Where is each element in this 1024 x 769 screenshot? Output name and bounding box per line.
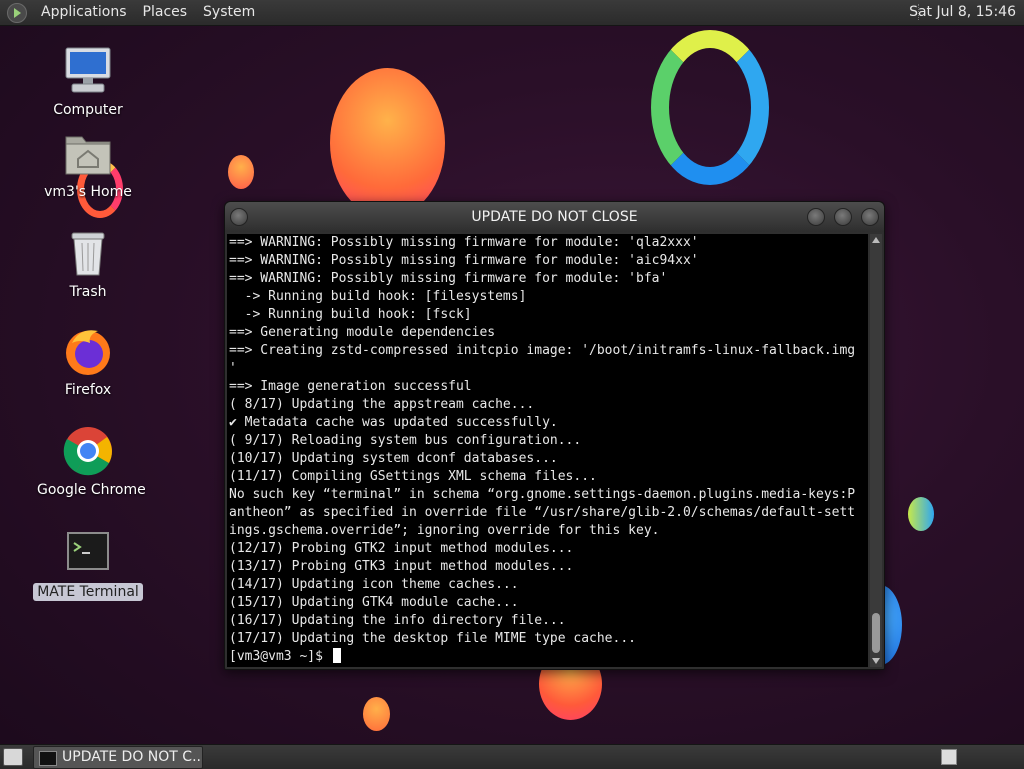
- terminal-line: (14/17) Updating icon theme caches...: [229, 577, 519, 592]
- desktop-icon-computer[interactable]: Computer: [33, 45, 143, 119]
- terminal-icon: [62, 527, 114, 579]
- wallpaper-green-bubble: [908, 497, 934, 531]
- taskbar-button-terminal[interactable]: UPDATE DO NOT C...: [33, 746, 203, 769]
- menu-system[interactable]: System: [195, 0, 263, 25]
- terminal-line: ==> WARNING: Possibly missing firmware f…: [229, 253, 699, 268]
- minimize-button[interactable]: [807, 208, 825, 226]
- terminal-line: ( 9/17) Reloading system bus configurati…: [229, 433, 582, 448]
- desktop-icon-home[interactable]: vm3's Home: [33, 127, 143, 201]
- mate-menu-icon[interactable]: [7, 2, 27, 23]
- terminal-line: (17/17) Updating the desktop file MIME t…: [229, 631, 636, 646]
- desktop-icon-chrome[interactable]: Google Chrome: [33, 425, 146, 499]
- terminal-line: ==> WARNING: Possibly missing firmware f…: [229, 235, 699, 250]
- top-panel: Applications Places System Sat Jul 8, 15…: [0, 0, 1024, 26]
- window-title: UPDATE DO NOT CLOSE: [471, 209, 638, 225]
- desktop-icon-label: MATE Terminal: [33, 583, 143, 601]
- workspace-switcher[interactable]: [941, 749, 957, 765]
- firefox-icon: [62, 325, 114, 377]
- wallpaper-orange-bubble-small: [228, 155, 254, 189]
- terminal-line: ==> Creating zstd-compressed initcpio im…: [229, 343, 856, 358]
- terminal-icon: [39, 751, 57, 766]
- desktop-icon-label: Google Chrome: [37, 482, 146, 498]
- desktop-icon-terminal[interactable]: MATE Terminal: [33, 527, 143, 601]
- terminal-prompt-line[interactable]: [vm3@vm3 ~]$: [227, 648, 868, 666]
- wallpaper-gradient-ring: [651, 30, 769, 185]
- desktop-icon-label: Computer: [53, 102, 123, 118]
- terminal-line: ': [229, 361, 237, 376]
- terminal-line: (11/17) Compiling GSettings XML schema f…: [229, 469, 597, 484]
- trash-icon: [62, 227, 114, 279]
- terminal-line: -> Running build hook: [fsck]: [229, 307, 472, 322]
- terminal-line: (10/17) Updating system dconf databases.…: [229, 451, 558, 466]
- terminal-line: ✔ Metadata cache was updated successfull…: [229, 415, 558, 430]
- terminal-line: No such key “terminal” in schema “org.gn…: [229, 487, 856, 502]
- desktop-icon-label: vm3's Home: [44, 184, 132, 200]
- taskbar-button-label: UPDATE DO NOT C...: [62, 749, 203, 765]
- terminal-line: ==> Image generation successful: [229, 379, 472, 394]
- terminal-line: ==> WARNING: Possibly missing firmware f…: [229, 271, 668, 286]
- close-button[interactable]: [861, 208, 879, 226]
- maximize-button[interactable]: [834, 208, 852, 226]
- terminal-line: (13/17) Probing GTK3 input method module…: [229, 559, 574, 574]
- terminal-line: ==> Generating module dependencies: [229, 325, 496, 340]
- text-cursor: [332, 648, 341, 663]
- desktop-icon-trash[interactable]: Trash: [33, 227, 143, 301]
- terminal-line: ings.gschema.override”; ignoring overrid…: [229, 523, 660, 538]
- vertical-scrollbar[interactable]: [870, 234, 882, 667]
- scrollbar-thumb[interactable]: [872, 613, 880, 653]
- bottom-panel: UPDATE DO NOT C...: [0, 744, 1024, 769]
- wallpaper-orange-bubble-large: [330, 68, 445, 218]
- chrome-icon: [62, 425, 114, 477]
- terminal-window[interactable]: UPDATE DO NOT CLOSE ==> WARNING: Possibl…: [224, 201, 885, 670]
- terminal-line: (12/17) Probing GTK2 input method module…: [229, 541, 574, 556]
- show-desktop-button[interactable]: [3, 748, 23, 766]
- window-titlebar[interactable]: UPDATE DO NOT CLOSE: [225, 202, 884, 232]
- terminal-line: antheon” as specified in override file “…: [229, 505, 856, 520]
- terminal-prompt: [vm3@vm3 ~]$: [229, 649, 331, 664]
- terminal-line: (16/17) Updating the info directory file…: [229, 613, 566, 628]
- menu-places[interactable]: Places: [135, 0, 196, 25]
- scroll-up-arrow-icon[interactable]: [872, 237, 880, 243]
- terminal-line: ( 8/17) Updating the appstream cache...: [229, 397, 535, 412]
- clock[interactable]: Sat Jul 8, 15:46: [905, 0, 1020, 25]
- desktop-icon-firefox[interactable]: Firefox: [33, 325, 143, 399]
- desktop-icon-label: Trash: [69, 284, 107, 300]
- menu-applications[interactable]: Applications: [33, 0, 135, 25]
- scroll-down-arrow-icon[interactable]: [872, 658, 880, 664]
- wallpaper-orange-bubble-tiny: [363, 697, 390, 731]
- terminal-line: -> Running build hook: [filesystems]: [229, 289, 527, 304]
- computer-icon: [62, 45, 114, 97]
- terminal-line: (15/17) Updating GTK4 module cache...: [229, 595, 519, 610]
- desktop-icon-label: Firefox: [64, 382, 112, 398]
- home-folder-icon: [62, 127, 114, 179]
- terminal-output[interactable]: ==> WARNING: Possibly missing firmware f…: [227, 234, 868, 667]
